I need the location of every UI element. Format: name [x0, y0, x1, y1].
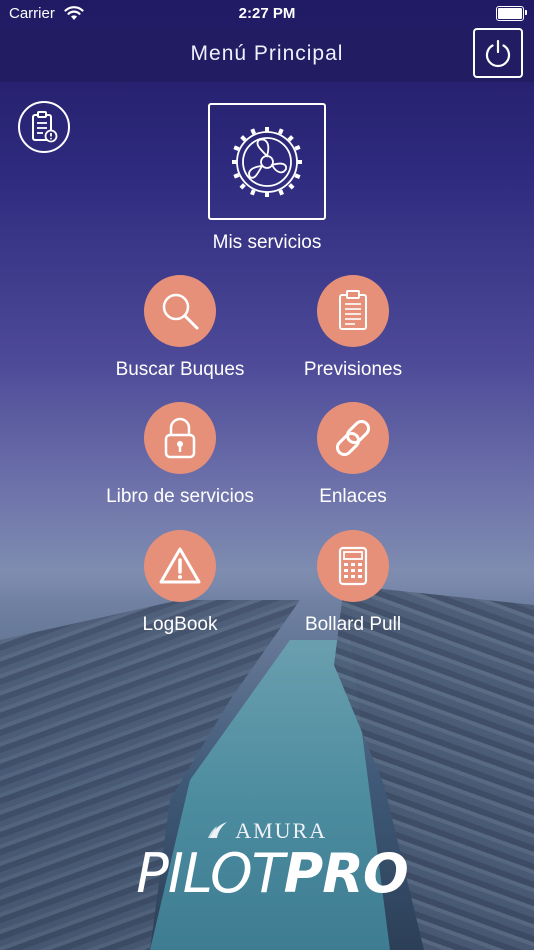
- mis-servicios-button[interactable]: [208, 103, 326, 220]
- pro-text: PRO: [283, 842, 409, 905]
- search-icon: [162, 293, 199, 330]
- calculator-icon: [338, 546, 368, 586]
- power-icon: [485, 39, 511, 68]
- page-title: Menú Principal: [190, 42, 344, 65]
- previsiones-circle[interactable]: [317, 275, 389, 347]
- warning-icon: [159, 547, 201, 584]
- brand-logo: AMURA PILOTPRO: [0, 818, 534, 905]
- menu-item-bollard-pull[interactable]: Bollard Pull: [253, 530, 453, 636]
- menu-label-previsiones: Previsiones: [303, 359, 403, 380]
- bollard-pull-circle[interactable]: [317, 530, 389, 602]
- pilotpro-logo: PILOTPRO: [10, 842, 534, 905]
- logout-button[interactable]: [473, 28, 523, 78]
- mis-servicios-label: Mis servicios: [212, 232, 322, 253]
- lock-icon: [164, 417, 196, 459]
- menu-item-buscar-buques[interactable]: Buscar Buques: [80, 275, 280, 381]
- status-time: 2:27 PM: [238, 5, 296, 22]
- pilot-text: PILOT: [136, 842, 284, 905]
- buscar-buques-circle[interactable]: [144, 275, 216, 347]
- sail-icon: [207, 822, 227, 838]
- clipboard-alert-button[interactable]: [18, 101, 70, 153]
- menu-label-libro-de-servicios: Libro de servicios: [106, 486, 254, 507]
- enlaces-circle[interactable]: [317, 402, 389, 474]
- menu-label-buscar-buques: Buscar Buques: [115, 359, 245, 380]
- menu-item-previsiones[interactable]: Previsiones: [253, 275, 453, 381]
- menu-label-enlaces: Enlaces: [319, 486, 387, 507]
- menu-item-logbook[interactable]: LogBook: [80, 530, 280, 636]
- libro-de-servicios-circle[interactable]: [144, 402, 216, 474]
- gear-wheel-icon: [232, 126, 302, 197]
- logbook-circle[interactable]: [144, 530, 216, 602]
- amura-text: AMURA: [235, 818, 328, 843]
- amura-logo: AMURA: [0, 818, 534, 844]
- menu-item-libro-de-servicios[interactable]: Libro de servicios: [80, 402, 280, 508]
- clipboard-list-icon: [339, 290, 367, 330]
- menu-item-enlaces[interactable]: Enlaces: [253, 402, 453, 508]
- clipboard-alert-icon: [32, 111, 58, 143]
- status-bar: Carrier 2:27 PM: [0, 0, 534, 28]
- link-icon: [335, 419, 371, 457]
- menu-label-bollard-pull: Bollard Pull: [304, 614, 402, 635]
- menu-label-logbook: LogBook: [142, 614, 218, 635]
- nav-bar: Menú Principal: [0, 28, 534, 82]
- battery-icon: [496, 6, 527, 21]
